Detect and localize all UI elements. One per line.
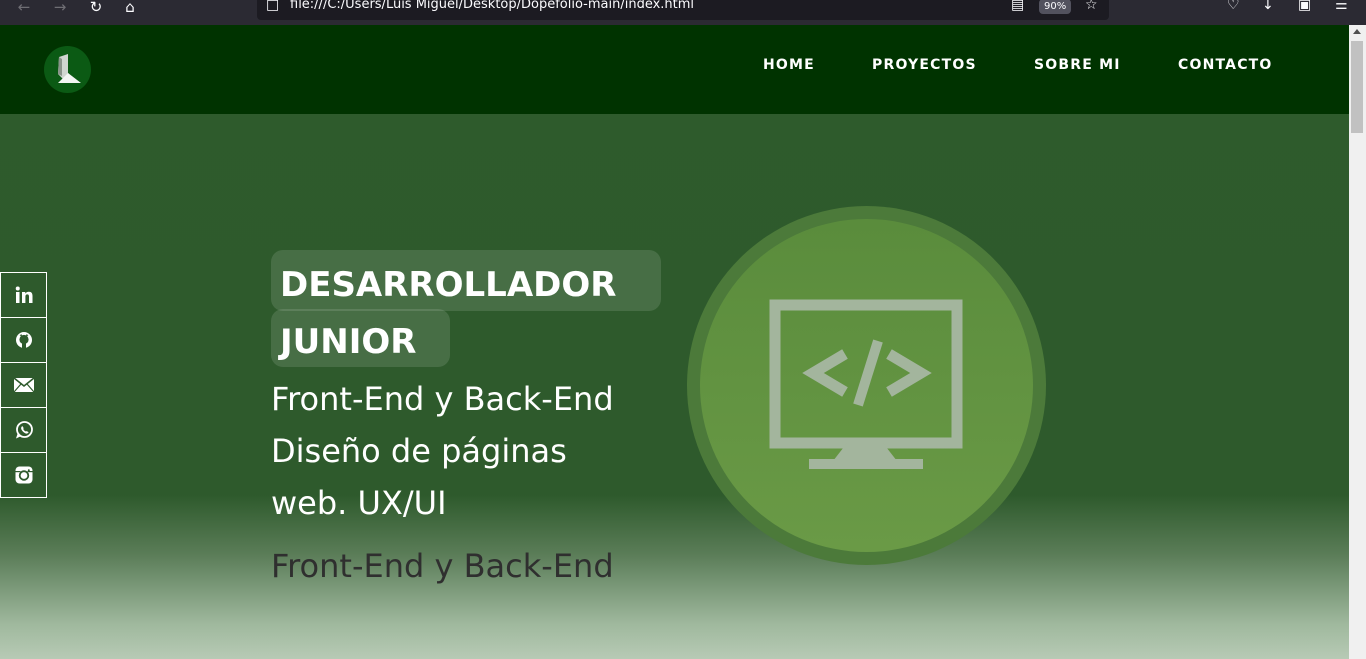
page-viewport: HOME PROYECTOS SOBRE MI CONTACTO DESARRO… — [0, 25, 1349, 659]
reader-view-icon[interactable]: ▤ — [1011, 0, 1024, 12]
browser-toolbar: ← → ↻ ⌂ □ file:///C:/Users/Luis Miguel/D… — [0, 0, 1366, 25]
download-icon[interactable]: ↧ — [1262, 0, 1274, 12]
hero-title-line1: DESARROLLADOR — [280, 265, 617, 305]
email-icon — [13, 377, 34, 393]
scrollbar-thumb[interactable] — [1351, 41, 1363, 133]
hero-subtitle: Front-End y Back-End Diseño de páginas w… — [271, 380, 614, 522]
social-whatsapp[interactable] — [0, 408, 47, 453]
vertical-scrollbar[interactable] — [1349, 25, 1366, 659]
social-instagram[interactable] — [0, 453, 47, 498]
zoom-level[interactable]: 90% — [1039, 0, 1072, 14]
hero-title-line2: JUNIOR — [280, 322, 417, 362]
site-header: HOME PROYECTOS SOBRE MI CONTACTO — [0, 25, 1349, 114]
hero-title: DESARROLLADOR JUNIOR — [280, 257, 670, 371]
code-monitor-icon — [769, 299, 963, 469]
nav-proyectos[interactable]: PROYECTOS — [872, 57, 977, 73]
reload-icon[interactable]: ↻ — [84, 0, 108, 15]
back-icon[interactable]: ← — [12, 0, 36, 15]
linkedin-icon — [15, 286, 32, 303]
github-icon — [15, 332, 32, 349]
nav-home[interactable]: HOME — [763, 57, 815, 73]
extension-icon[interactable]: ▣ — [1298, 0, 1311, 12]
instagram-icon — [15, 466, 32, 484]
logo-icon — [58, 54, 81, 83]
hero-subtitle-secondary: Front-End y Back-End — [271, 547, 614, 585]
home-icon[interactable]: ⌂ — [118, 0, 142, 15]
menu-icon[interactable]: ☰ — [1335, 0, 1348, 12]
social-email[interactable] — [0, 363, 47, 408]
page-icon: □ — [266, 0, 280, 13]
social-sidebar — [0, 272, 47, 498]
bookmark-star-icon[interactable]: ☆ — [1085, 0, 1098, 12]
nav-sobre-mi[interactable]: SOBRE MI — [1034, 57, 1121, 73]
nav-contacto[interactable]: CONTACTO — [1178, 57, 1273, 73]
forward-icon[interactable]: → — [48, 0, 72, 15]
logo[interactable] — [44, 46, 91, 93]
pocket-icon[interactable]: ♡ — [1227, 0, 1240, 12]
whatsapp-icon — [15, 421, 33, 439]
social-linkedin[interactable] — [0, 272, 47, 318]
scroll-up-icon[interactable] — [1353, 29, 1361, 34]
social-github[interactable] — [0, 318, 47, 363]
url-text[interactable]: file:///C:/Users/Luis Miguel/Desktop/Dop… — [290, 0, 694, 12]
